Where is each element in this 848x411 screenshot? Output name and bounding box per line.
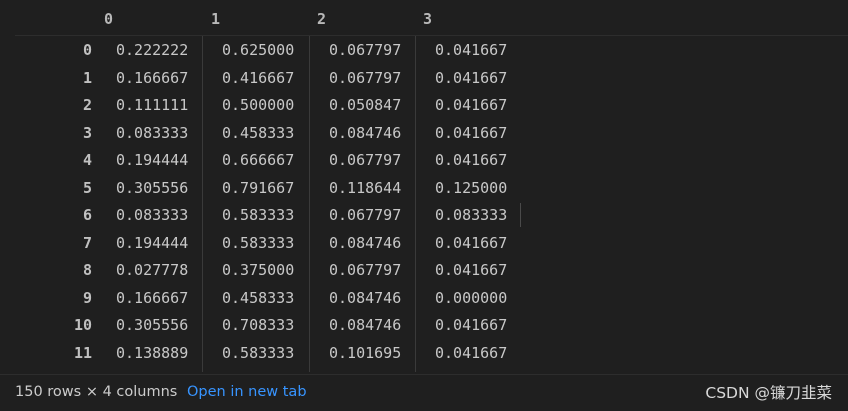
table-cell[interactable]: 0.083333 — [435, 201, 507, 228]
table-cell[interactable]: 0.305556 — [116, 174, 188, 201]
table-cell[interactable]: 0.305556 — [116, 311, 188, 338]
table-cell[interactable]: 0.500000 — [222, 91, 294, 118]
table-cell[interactable]: 0.791667 — [222, 174, 294, 201]
table-cell[interactable]: 0.194444 — [116, 229, 188, 256]
row-index: 11 — [73, 343, 92, 362]
table-cell[interactable]: 0.166667 — [116, 284, 188, 311]
column-header-2[interactable]: 2 — [317, 0, 326, 36]
table-cell[interactable]: 0.222222 — [116, 36, 188, 63]
table-cell[interactable]: 0.067797 — [329, 36, 401, 63]
column-header-0[interactable]: 0 — [104, 0, 113, 36]
table-cell[interactable]: 0.050847 — [329, 91, 401, 118]
table-cell[interactable]: 0.000000 — [435, 284, 507, 311]
table-cell[interactable]: 0.458333 — [222, 284, 294, 311]
table-cell[interactable]: 0.067797 — [329, 64, 401, 91]
table-cell[interactable]: 0.458333 — [222, 119, 294, 146]
table-row: 3 0.083333 0.458333 0.084746 0.041667 — [0, 119, 848, 146]
open-in-new-tab-link[interactable]: Open in new tab — [187, 384, 307, 400]
table-cell[interactable]: 0.041667 — [435, 119, 507, 146]
row-index: 0 — [82, 41, 92, 59]
table-cell[interactable]: 0.084746 — [329, 311, 401, 338]
table-cell[interactable]: 0.083333 — [116, 201, 188, 228]
table-cell[interactable]: 0.625000 — [222, 36, 294, 63]
table-cell[interactable]: 0.583333 — [222, 339, 294, 366]
table-cell[interactable]: 0.416667 — [222, 64, 294, 91]
table-cell[interactable]: 0.041667 — [435, 91, 507, 118]
table-footer: 150 rows × 4 columns Open in new tab CSD… — [0, 374, 848, 411]
row-index: 3 — [82, 123, 92, 142]
table-cell[interactable]: 0.666667 — [222, 146, 294, 173]
footer-divider — [0, 374, 848, 375]
table-row: 7 0.194444 0.583333 0.084746 0.041667 — [0, 229, 848, 256]
table-cell[interactable]: 0.084746 — [329, 119, 401, 146]
row-index: 5 — [82, 178, 92, 197]
dataframe-grid: 0 1 2 3 0 0.222222 0.625000 0.067797 0.0… — [0, 0, 848, 374]
table-cell[interactable]: 0.041667 — [435, 146, 507, 173]
table-cell[interactable]: 0.067797 — [329, 146, 401, 173]
table-cell[interactable]: 0.708333 — [222, 311, 294, 338]
table-cell[interactable]: 0.084746 — [329, 284, 401, 311]
row-index: 8 — [82, 261, 92, 279]
table-row: 1 0.166667 0.416667 0.067797 0.041667 — [0, 64, 848, 91]
table-cell[interactable]: 0.194444 — [116, 146, 188, 173]
column-header-3[interactable]: 3 — [423, 0, 432, 36]
table-row: 11 0.138889 0.583333 0.101695 0.041667 — [0, 339, 848, 366]
row-column-summary: 150 rows × 4 columns — [15, 384, 178, 400]
table-cell[interactable]: 0.041667 — [435, 311, 507, 338]
table-cell[interactable]: 0.041667 — [435, 339, 507, 366]
table-row: 0 0.222222 0.625000 0.067797 0.041667 — [0, 36, 848, 63]
table-row: 10 0.305556 0.708333 0.084746 0.041667 — [0, 311, 848, 338]
table-cell[interactable]: 0.111111 — [116, 91, 188, 118]
row-index: 10 — [73, 316, 92, 334]
table-row: 8 0.027778 0.375000 0.067797 0.041667 — [0, 256, 848, 283]
table-cell[interactable]: 0.041667 — [435, 256, 507, 283]
column-header-1[interactable]: 1 — [211, 0, 220, 36]
table-cell[interactable]: 0.041667 — [435, 229, 507, 256]
row-index: 4 — [82, 151, 92, 169]
table-cell[interactable]: 0.084746 — [329, 229, 401, 256]
text-cursor — [520, 203, 521, 227]
watermark: CSDN @镰刀韭菜 — [705, 384, 832, 402]
table-header: 0 1 2 3 — [0, 0, 848, 36]
row-index: 9 — [82, 288, 92, 307]
table-row: 9 0.166667 0.458333 0.084746 0.000000 — [0, 284, 848, 311]
row-index: 1 — [82, 68, 92, 87]
table-cell[interactable]: 0.166667 — [116, 64, 188, 91]
table-cell[interactable]: 0.041667 — [435, 64, 507, 91]
table-cell[interactable]: 0.138889 — [116, 339, 188, 366]
table-row: 5 0.305556 0.791667 0.118644 0.125000 — [0, 174, 848, 201]
table-row: 2 0.111111 0.500000 0.050847 0.041667 — [0, 91, 848, 118]
table-cell[interactable]: 0.041667 — [435, 36, 507, 63]
table-cell[interactable]: 0.067797 — [329, 201, 401, 228]
table-cell[interactable]: 0.083333 — [116, 119, 188, 146]
row-index: 7 — [82, 233, 92, 252]
table-cell[interactable]: 0.101695 — [329, 339, 401, 366]
table-cell[interactable]: 0.067797 — [329, 256, 401, 283]
table-cell[interactable]: 0.027778 — [116, 256, 188, 283]
table-cell[interactable]: 0.583333 — [222, 229, 294, 256]
table-cell[interactable]: 0.583333 — [222, 201, 294, 228]
table-cell[interactable]: 0.125000 — [435, 174, 507, 201]
row-index: 6 — [82, 206, 92, 224]
table-row: 4 0.194444 0.666667 0.067797 0.041667 — [0, 146, 848, 173]
table-cell[interactable]: 0.375000 — [222, 256, 294, 283]
row-index: 2 — [82, 96, 92, 114]
table-row: 6 0.083333 0.583333 0.067797 0.083333 — [0, 201, 848, 228]
table-cell[interactable]: 0.118644 — [329, 174, 401, 201]
